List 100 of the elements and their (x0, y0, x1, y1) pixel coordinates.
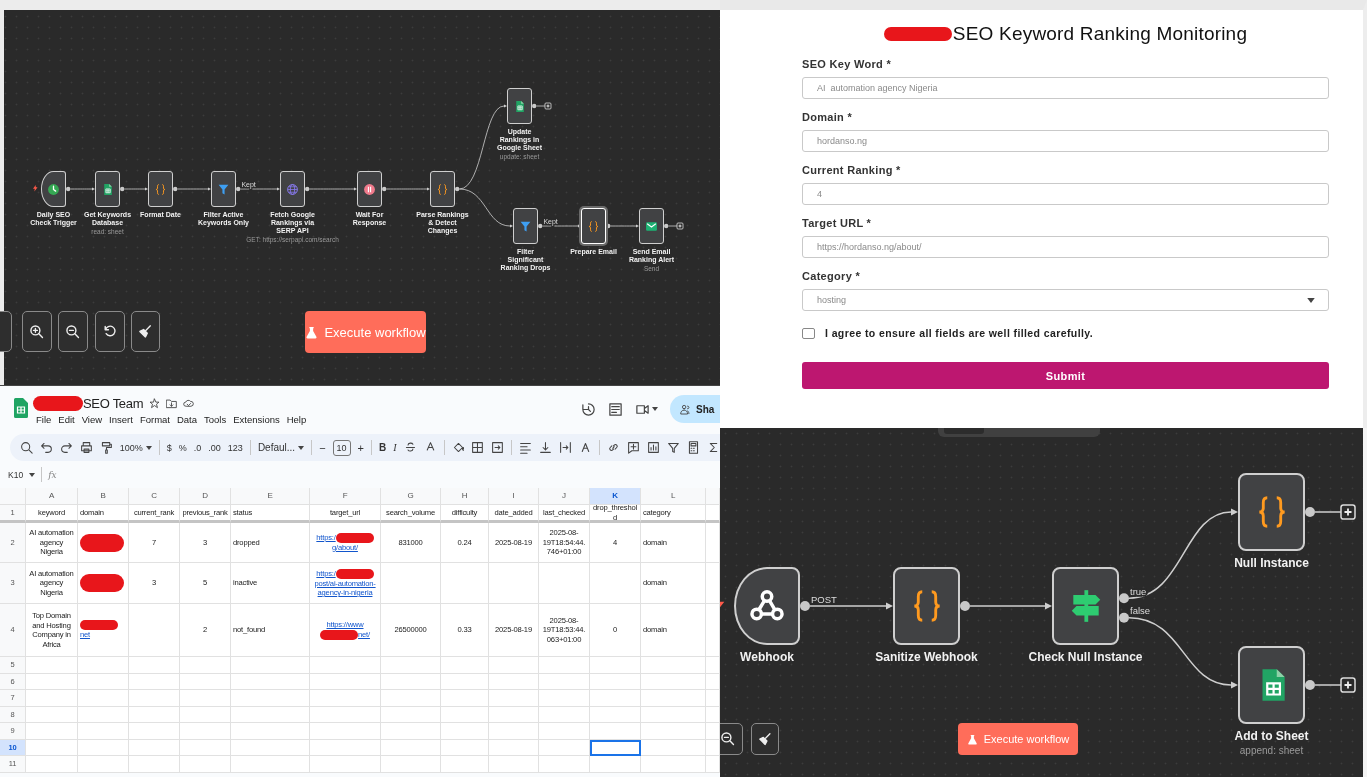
header-cell[interactable] (706, 488, 720, 505)
zoom-out-button[interactable] (58, 311, 88, 352)
output-handle[interactable] (800, 601, 810, 611)
menu-item[interactable]: Insert (109, 414, 133, 425)
borders-icon[interactable] (471, 441, 485, 454)
number-format-button[interactable]: 123 (227, 442, 243, 453)
workflow-node[interactable] (1238, 473, 1305, 551)
output-handle[interactable] (1305, 680, 1315, 690)
output-handle[interactable] (382, 186, 387, 192)
add-button[interactable] (1314, 504, 1356, 520)
bold-button[interactable]: B (379, 442, 387, 453)
input-field[interactable]: 4 (802, 183, 1329, 205)
output-handle[interactable] (1119, 593, 1129, 604)
menu-item[interactable]: Edit (58, 414, 75, 425)
reset-zoom-button[interactable] (95, 311, 125, 352)
search-icon[interactable] (20, 441, 33, 454)
output-handle[interactable] (664, 223, 669, 229)
wrap-icon[interactable] (559, 441, 573, 454)
filter-icon[interactable] (667, 441, 680, 454)
output-handle[interactable] (1119, 612, 1129, 623)
paint-format-icon[interactable] (99, 441, 113, 454)
output-handle[interactable] (455, 186, 460, 192)
strikethrough-icon[interactable] (403, 441, 417, 454)
workflow-node[interactable] (211, 171, 236, 207)
tidy-up-button[interactable] (131, 311, 160, 352)
add-button[interactable] (1314, 677, 1356, 693)
share-button[interactable]: Sha (670, 395, 720, 423)
checkbox[interactable] (802, 327, 815, 339)
increase-font-size-button[interactable]: + (357, 441, 365, 454)
folder-icon[interactable] (166, 398, 178, 409)
column-header[interactable]: J (539, 488, 590, 505)
add-button[interactable] (536, 102, 552, 110)
add-button[interactable] (668, 222, 684, 230)
column-header[interactable]: G (381, 488, 441, 505)
column-header[interactable]: E (231, 488, 310, 505)
workflow-node[interactable] (1238, 646, 1305, 724)
output-handle[interactable] (532, 103, 537, 109)
output-handle[interactable] (538, 223, 543, 229)
column-header[interactable]: K (590, 488, 641, 505)
comments-icon[interactable] (608, 401, 623, 417)
chart-icon[interactable] (647, 441, 661, 454)
output-handle[interactable] (120, 186, 125, 192)
workflow-node[interactable] (893, 567, 960, 645)
increase-decimal-button[interactable]: .00 (208, 442, 221, 453)
zoom-in-button[interactable] (22, 311, 52, 352)
workflow-node[interactable] (41, 171, 66, 207)
workflow-node[interactable] (430, 171, 455, 207)
input-field[interactable]: AI automation agency Nigeria (802, 77, 1329, 99)
view-switcher[interactable] (938, 428, 1100, 437)
column-header[interactable]: I (489, 488, 539, 505)
italic-button[interactable]: I (393, 442, 397, 453)
output-handle[interactable] (236, 186, 241, 192)
input-field[interactable]: hordanso.ng (802, 130, 1329, 152)
decrease-font-size-button[interactable]: − (319, 441, 326, 454)
font-select[interactable]: Defaul... (257, 442, 305, 453)
workflow-node[interactable] (507, 88, 532, 124)
percent-button[interactable]: % (178, 442, 187, 453)
menu-item[interactable]: Data (176, 414, 198, 425)
zoom-out-button[interactable] (720, 723, 743, 755)
workflow-node[interactable] (513, 208, 538, 244)
menu-item[interactable]: Format (139, 414, 170, 425)
column-header[interactable]: A (26, 488, 78, 505)
fill-color-icon[interactable] (451, 441, 465, 454)
output-handle[interactable] (66, 186, 71, 192)
star-icon[interactable] (149, 398, 161, 409)
workflow-node[interactable] (1052, 567, 1119, 645)
column-header[interactable]: C (129, 488, 180, 505)
cell-cursor[interactable] (590, 739, 641, 756)
menu-item[interactable]: Help (286, 414, 307, 425)
print-icon[interactable] (79, 441, 93, 454)
column-header[interactable]: H (441, 488, 489, 505)
decrease-decimal-button[interactable]: .0 (193, 442, 202, 453)
document-title[interactable]: SEO Team (83, 396, 144, 411)
menu-item[interactable]: View (81, 414, 103, 425)
spreadsheet-icon[interactable] (14, 397, 28, 419)
undo-icon[interactable] (39, 441, 53, 454)
link-icon[interactable] (607, 441, 621, 454)
submit-button[interactable]: Submit (802, 362, 1329, 389)
name-box[interactable]: K10 (8, 469, 24, 480)
cloud-icon[interactable] (183, 398, 195, 409)
functions-icon[interactable] (687, 441, 700, 454)
workflow-node[interactable] (734, 567, 800, 645)
workflow-node[interactable] (357, 171, 382, 207)
output-handle[interactable] (960, 601, 970, 611)
input-field[interactable]: https://hordanso.ng/about/ (802, 236, 1329, 258)
column-header[interactable]: B (78, 488, 129, 505)
font-size-field[interactable]: 10 (332, 439, 351, 456)
column-header[interactable]: L (641, 488, 706, 505)
column-header[interactable]: D (180, 488, 231, 505)
comment-icon[interactable] (627, 441, 641, 454)
select-field[interactable]: hosting (802, 289, 1329, 311)
align-icon[interactable] (519, 441, 533, 454)
header-cell[interactable] (0, 488, 26, 505)
menu-item[interactable]: Extensions (233, 414, 280, 425)
vertical-align-icon[interactable] (539, 441, 553, 454)
redo-icon[interactable] (59, 441, 73, 454)
workflow-node[interactable] (148, 171, 173, 207)
history-icon[interactable] (581, 401, 596, 417)
workflow-node[interactable] (639, 208, 664, 244)
menu-item[interactable]: File (36, 414, 52, 425)
